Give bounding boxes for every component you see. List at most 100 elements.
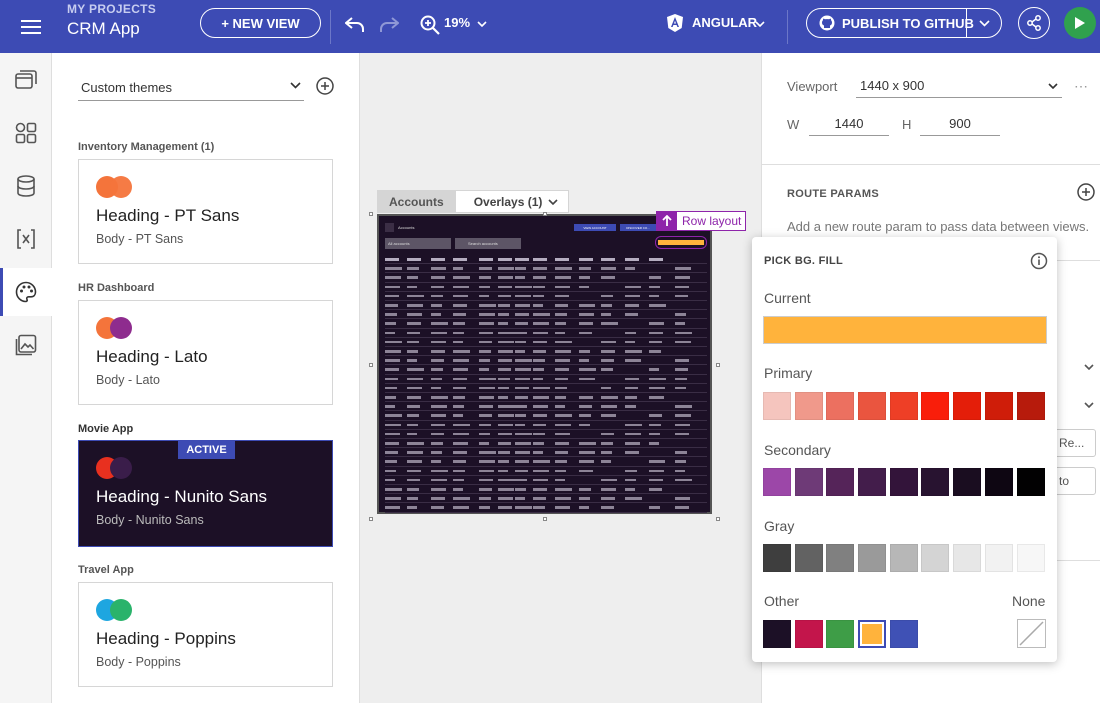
preview-grid-cell — [385, 304, 398, 307]
other-swatch[interactable] — [889, 620, 918, 648]
publish-dropdown-icon[interactable] — [974, 16, 994, 30]
gray-swatch[interactable] — [794, 544, 823, 572]
undo-icon[interactable] — [341, 11, 369, 39]
gray-swatch[interactable] — [763, 544, 791, 572]
theme-card-pt-sans[interactable]: Heading - PT Sans Body - PT Sans — [78, 159, 333, 264]
preview-view-account-button: VIEW ACCOUNT — [574, 224, 616, 231]
resize-handle[interactable] — [716, 517, 720, 521]
add-route-param-icon[interactable] — [1077, 183, 1095, 201]
primary-swatch[interactable] — [953, 392, 982, 420]
viewport-select[interactable]: 1440 x 900 — [856, 74, 1062, 98]
share-button[interactable] — [1018, 7, 1050, 39]
current-color-swatch[interactable] — [763, 316, 1047, 344]
preview-grid-cell — [601, 478, 617, 482]
primary-swatch[interactable] — [826, 392, 855, 420]
obscured-button[interactable]: Re... — [1052, 429, 1096, 457]
rail-components[interactable] — [0, 109, 52, 157]
obscured-button[interactable]: to — [1052, 467, 1096, 495]
secondary-swatch[interactable] — [763, 468, 791, 496]
secondary-swatch[interactable] — [921, 468, 950, 496]
other-swatch[interactable] — [826, 620, 855, 648]
preview-grid-cell — [515, 285, 532, 289]
preview-grid-row — [385, 468, 707, 476]
selected-element-outline[interactable] — [655, 236, 707, 249]
primary-swatch[interactable] — [858, 392, 887, 420]
zoom-icon[interactable] — [419, 11, 441, 39]
secondary-swatch[interactable] — [984, 468, 1013, 496]
resize-handle[interactable] — [716, 363, 720, 367]
gray-swatch[interactable] — [1016, 544, 1045, 572]
theme-card-lato[interactable]: Heading - Lato Body - Lato — [78, 300, 333, 405]
primary-swatch[interactable] — [763, 392, 791, 420]
framework-selector[interactable]: ANGULAR — [692, 15, 757, 30]
other-swatch[interactable] — [858, 620, 887, 648]
preview-grid-row — [385, 357, 707, 366]
crumb-overlays[interactable]: Overlays (1) — [454, 190, 570, 213]
run-preview-button[interactable] — [1064, 7, 1096, 39]
chevron-down-icon[interactable] — [1084, 364, 1094, 370]
palette-icon — [15, 281, 36, 303]
gray-swatch[interactable] — [858, 544, 887, 572]
rail-variables[interactable] — [0, 215, 52, 263]
info-icon[interactable] — [1030, 252, 1048, 270]
primary-swatch[interactable] — [984, 392, 1013, 420]
preview-grid-cell — [479, 350, 491, 353]
secondary-swatch[interactable] — [1016, 468, 1045, 496]
theme-group-label: Movie App — [78, 423, 134, 435]
zoom-level[interactable]: 19% — [444, 15, 470, 30]
theme-card-nunito-sans[interactable]: ACTIVE Heading - Nunito Sans Body - Nuni… — [78, 440, 333, 547]
rail-data[interactable] — [0, 162, 52, 210]
gray-swatch[interactable] — [826, 544, 855, 572]
rail-assets[interactable] — [0, 321, 52, 369]
gray-swatch[interactable] — [889, 544, 918, 572]
preview-grid-cell — [407, 451, 423, 454]
zoom-dropdown-icon[interactable] — [476, 17, 488, 31]
add-theme-icon[interactable] — [316, 77, 334, 95]
primary-swatch[interactable] — [1016, 392, 1045, 420]
redo-icon[interactable] — [375, 11, 403, 39]
resize-handle[interactable] — [543, 517, 547, 521]
resize-handle[interactable] — [543, 212, 547, 216]
row-layout-tag[interactable]: Row layout — [656, 211, 747, 231]
secondary-swatch[interactable] — [794, 468, 823, 496]
resize-handle[interactable] — [369, 517, 373, 521]
theme-card-poppins[interactable]: Heading - Poppins Body - Poppins — [78, 582, 333, 687]
framework-dropdown-icon[interactable] — [754, 17, 766, 31]
publish-github-button[interactable]: PUBLISH TO GITHUB — [806, 8, 1002, 38]
primary-swatch[interactable] — [889, 392, 918, 420]
preview-grid-cell — [555, 460, 567, 463]
width-input[interactable]: 1440 — [809, 112, 889, 136]
theme-group-label: HR Dashboard — [78, 282, 155, 294]
view-preview-frame[interactable]: Accounts VIEW ACCOUNT DISCOVER CO... All… — [377, 214, 712, 514]
preview-grid-cell — [498, 322, 508, 325]
secondary-swatch[interactable] — [826, 468, 855, 496]
gray-swatch[interactable] — [984, 544, 1013, 572]
resize-handle[interactable] — [369, 363, 373, 367]
secondary-swatch[interactable] — [889, 468, 918, 496]
secondary-swatch[interactable] — [953, 468, 982, 496]
height-input[interactable]: 900 — [920, 112, 1000, 136]
primary-swatch[interactable] — [794, 392, 823, 420]
preview-grid-cell — [675, 414, 691, 417]
hamburger-menu-icon[interactable] — [14, 10, 48, 44]
gray-swatch[interactable] — [953, 544, 982, 572]
gray-swatch[interactable] — [921, 544, 950, 572]
primary-swatch[interactable] — [921, 392, 950, 420]
preview-grid-cell — [533, 386, 550, 390]
preview-grid-cell — [498, 276, 513, 279]
preview-grid-cell — [555, 442, 569, 445]
chevron-down-icon[interactable] — [1084, 402, 1094, 408]
project-title-block[interactable]: MY PROJECTS CRM App — [67, 2, 156, 39]
crumb-accounts[interactable]: Accounts — [377, 190, 456, 213]
rail-views[interactable] — [0, 56, 52, 104]
rail-themes[interactable] — [0, 268, 52, 316]
theme-category-select[interactable]: Custom themes — [78, 75, 304, 101]
preview-grid-cell — [579, 276, 590, 279]
secondary-swatch[interactable] — [858, 468, 887, 496]
other-swatch[interactable] — [794, 620, 823, 648]
resize-handle[interactable] — [369, 212, 373, 216]
other-swatch[interactable] — [763, 620, 791, 648]
no-fill-swatch[interactable] — [1017, 619, 1046, 648]
more-options-icon[interactable]: ⋯ — [1074, 78, 1089, 95]
new-view-button[interactable]: + NEW VIEW — [200, 8, 321, 38]
